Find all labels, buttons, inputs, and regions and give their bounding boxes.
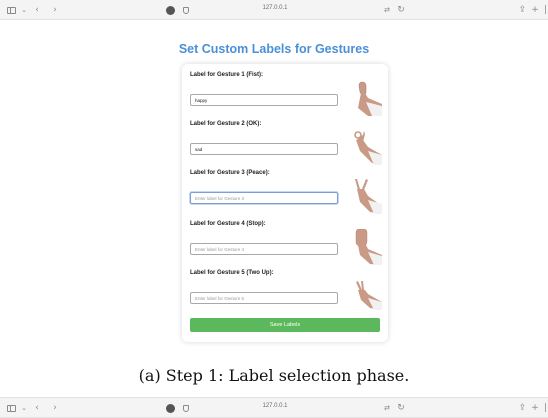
plus-icon[interactable]: + — [531, 4, 539, 16]
translate-icon[interactable]: ⇄ — [381, 402, 393, 414]
more-icon[interactable]: | — [543, 402, 548, 414]
gesture-5-input[interactable] — [190, 292, 338, 304]
gesture-label: Label for Gesture 3 (Peace): — [190, 170, 270, 176]
reload-icon[interactable]: ↻ — [396, 4, 406, 16]
gesture-3-input[interactable] — [190, 192, 338, 204]
address-bar[interactable]: 127.0.0.1 — [250, 5, 300, 11]
site-icon[interactable] — [164, 402, 176, 414]
back-icon[interactable]: ‹ — [33, 4, 41, 16]
translate-icon[interactable]: ⇄ — [381, 4, 393, 16]
ok-gesture-image — [354, 131, 382, 165]
fist-gesture-image — [358, 81, 382, 116]
gesture-label: Label for Gesture 4 (Stop): — [190, 221, 266, 227]
gesture-label: Label for Gesture 1 (Fist): — [190, 72, 264, 78]
gesture-4-input[interactable] — [190, 243, 338, 255]
more-icon[interactable]: | — [543, 4, 548, 16]
gesture-label: Label for Gesture 5 (Two Up): — [190, 270, 274, 276]
save-labels-button[interactable]: Save Labels — [190, 318, 380, 332]
shield-icon[interactable] — [181, 402, 191, 414]
back-icon[interactable]: ‹ — [33, 402, 41, 414]
gesture-1-input[interactable] — [190, 94, 338, 106]
figure-caption: (a) Step 1: Label selection phase. — [138, 366, 410, 385]
chevron-down-icon[interactable]: ⌄ — [20, 4, 28, 16]
labels-card: Label for Gesture 1 (Fist): Label for Ge… — [182, 64, 388, 342]
peace-gesture-image — [355, 179, 382, 214]
plus-icon[interactable]: + — [531, 402, 539, 414]
two-up-gesture-image — [356, 281, 382, 310]
reload-icon[interactable]: ↻ — [396, 402, 406, 414]
site-icon[interactable] — [164, 4, 176, 16]
browser-toolbar-2: ⌄ ‹ › 127.0.0.1 ⇄ ↻ ⇪ + | — [0, 397, 548, 418]
forward-icon[interactable]: › — [51, 402, 59, 414]
forward-icon[interactable]: › — [51, 4, 59, 16]
shield-icon[interactable] — [181, 4, 191, 16]
stop-gesture-image — [355, 229, 382, 265]
address-bar[interactable]: 127.0.0.1 — [250, 403, 300, 409]
browser-toolbar: ⌄ ‹ › 127.0.0.1 ⇄ ↻ ⇪ + | — [0, 0, 548, 20]
page-title: Set Custom Labels for Gestures — [178, 42, 370, 56]
sidebar-icon[interactable] — [6, 4, 17, 16]
gesture-label: Label for Gesture 2 (OK): — [190, 121, 262, 127]
share-icon[interactable]: ⇪ — [518, 4, 527, 16]
gesture-2-input[interactable] — [190, 143, 338, 155]
chevron-down-icon[interactable]: ⌄ — [20, 402, 28, 414]
sidebar-icon[interactable] — [6, 402, 17, 414]
share-icon[interactable]: ⇪ — [518, 402, 527, 414]
